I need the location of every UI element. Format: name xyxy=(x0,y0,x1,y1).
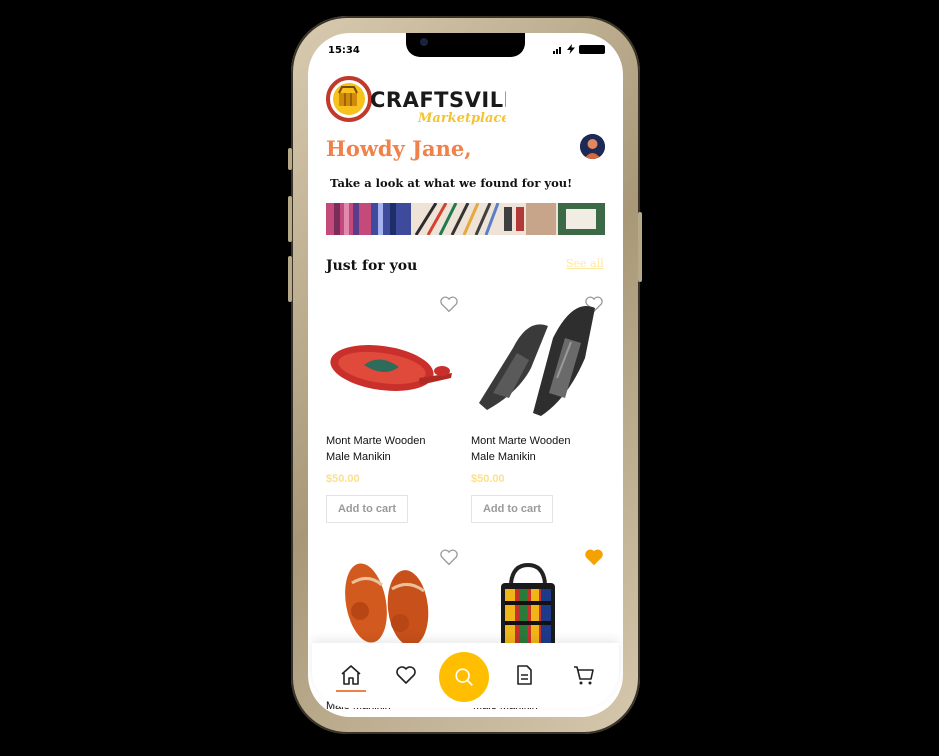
see-all-link[interactable]: See all xyxy=(566,257,604,270)
bottom-nav xyxy=(312,643,619,708)
product-price: $50.00 xyxy=(471,473,505,485)
favorite-filled-heart-icon[interactable] xyxy=(584,548,604,566)
status-time: 15:34 xyxy=(328,45,360,56)
product-name-line: Mont Marte Wooden xyxy=(326,435,426,447)
search-button[interactable] xyxy=(439,652,489,702)
avatar-image xyxy=(580,134,605,159)
product-image[interactable] xyxy=(493,561,563,651)
product-name-line: Mont Marte Wooden xyxy=(471,435,571,447)
promo-banner[interactable] xyxy=(326,203,605,235)
phone-volume-down xyxy=(288,256,292,302)
battery-icon xyxy=(579,44,605,54)
product-price: $50.00 xyxy=(326,473,360,485)
front-camera xyxy=(420,38,428,46)
home-icon[interactable] xyxy=(339,663,363,687)
svg-text:Marketplace: Marketplace xyxy=(417,111,506,126)
signal-icon xyxy=(553,46,561,54)
favorite-heart-icon[interactable] xyxy=(439,548,459,566)
add-to-cart-button[interactable]: Add to cart xyxy=(326,495,408,523)
product-name[interactable]: Mont Marte Wooden Male Manikin xyxy=(471,433,611,465)
cart-icon[interactable] xyxy=(572,663,596,687)
status-icons xyxy=(553,44,605,54)
user-avatar[interactable] xyxy=(580,134,605,159)
phone-side-button xyxy=(288,148,292,170)
product-image[interactable] xyxy=(473,298,603,418)
heart-icon[interactable] xyxy=(394,663,418,687)
brand-logo[interactable]: CRAFTSVILLAGE Marketplace xyxy=(326,73,506,127)
greeting-title: Howdy Jane, xyxy=(326,136,472,161)
product-image[interactable] xyxy=(324,323,454,413)
phone-volume-up xyxy=(288,196,292,242)
svg-text:CRAFTSVILLAGE: CRAFTSVILLAGE xyxy=(370,88,506,112)
app-screen: 15:34 CRAFTSVILLAGE Marketplace Howdy Ja… xyxy=(308,33,623,717)
phone-power-button xyxy=(638,212,642,282)
subtitle-text: Take a look at what we found for you! xyxy=(330,176,573,190)
section-title: Just for you xyxy=(326,258,418,274)
product-image[interactable] xyxy=(338,553,438,648)
product-name-line: Male Manikin xyxy=(326,451,391,463)
nav-active-indicator xyxy=(336,690,366,692)
product-name[interactable]: Mont Marte Wooden Male Manikin xyxy=(326,433,466,465)
add-to-cart-button[interactable]: Add to cart xyxy=(471,495,553,523)
charging-icon xyxy=(567,44,575,54)
orders-icon[interactable] xyxy=(512,663,536,687)
search-icon xyxy=(455,668,473,686)
favorite-heart-icon[interactable] xyxy=(439,295,459,313)
product-name-line: Male Manikin xyxy=(471,451,536,463)
